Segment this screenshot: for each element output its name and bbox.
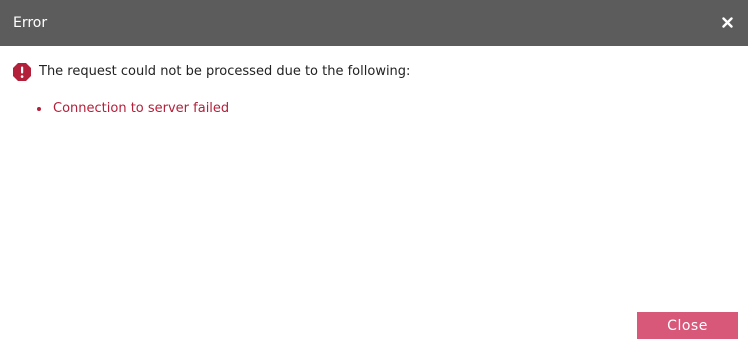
close-icon[interactable]	[716, 11, 738, 33]
error-list: Connection to server failed	[37, 100, 229, 118]
alert-octagon-icon	[13, 63, 31, 81]
error-item-text: Connection to server failed	[53, 101, 230, 116]
close-button[interactable]: Close	[637, 312, 738, 339]
error-message: The request could not be processed due t…	[39, 64, 411, 79]
error-dialog: Error The request could not be processed…	[0, 0, 748, 349]
dialog-titlebar: Error	[0, 0, 748, 46]
bullet	[37, 107, 41, 111]
error-list-item: Connection to server failed	[37, 100, 229, 118]
dialog-title: Error	[13, 15, 48, 31]
message-row: The request could not be processed due t…	[12, 62, 410, 82]
